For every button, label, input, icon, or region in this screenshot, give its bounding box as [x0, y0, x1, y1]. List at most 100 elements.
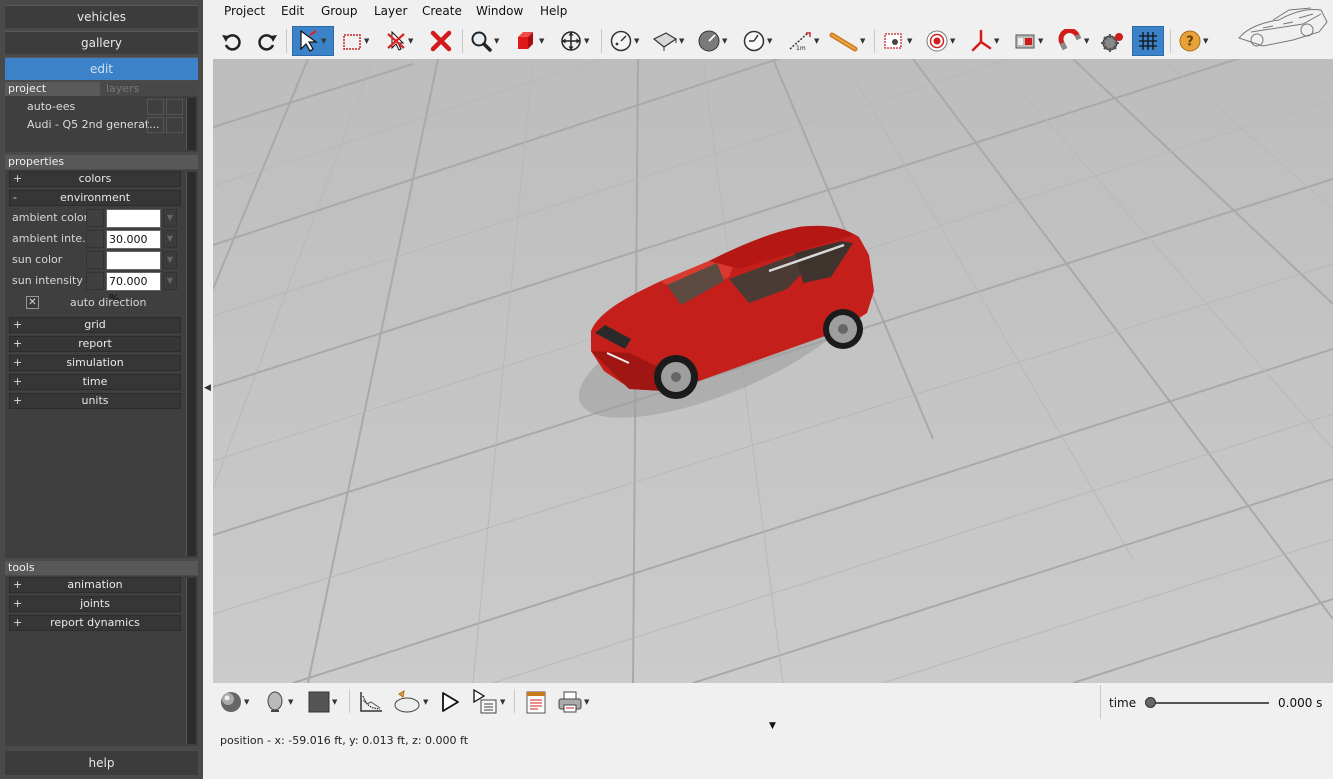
graph-button[interactable] [358, 687, 384, 717]
properties-scrollbar[interactable] [186, 172, 196, 556]
play-button[interactable] [438, 687, 462, 717]
chevron-down-icon: ▼ [860, 37, 866, 45]
bottom-bar: ▼ ▼ ▼ ▼ ▼ ▼ time 0.000 s ▼ position - x:… [213, 683, 1333, 779]
report-icon [526, 691, 546, 714]
group-label: grid [84, 318, 106, 331]
vehicles-button[interactable]: vehicles [5, 5, 198, 28]
zoom-button[interactable]: ▼ [469, 26, 499, 56]
color-fill-button[interactable]: ▼ [307, 687, 337, 717]
menu-group[interactable]: Group [321, 4, 358, 18]
sun-intensity-input[interactable]: 70.000 % [106, 272, 161, 305]
group-colors[interactable]: + colors [9, 171, 181, 187]
deselect-button[interactable]: ▼ [385, 26, 413, 56]
ambient-intensity-label: ambient inte... [12, 232, 93, 245]
snapshot-button[interactable]: ▼ [882, 26, 912, 56]
chevron-down-icon[interactable]: ▼ [163, 272, 177, 290]
edit-button[interactable]: edit [5, 57, 198, 80]
color-picker-button[interactable] [86, 251, 104, 269]
color-swatch-icon [308, 691, 330, 713]
lock-cell[interactable] [166, 99, 183, 115]
settings-button[interactable] [1099, 26, 1127, 56]
menu-create[interactable]: Create [422, 4, 462, 18]
menu-help[interactable]: Help [540, 4, 567, 18]
expand-icon: + [13, 356, 23, 369]
magnet-button[interactable]: ▼ [1057, 26, 1089, 56]
surface-button[interactable]: ▼ [652, 26, 684, 56]
axis-button[interactable]: ▼ [969, 26, 999, 56]
measure-dial-button[interactable]: ▼ [697, 26, 727, 56]
target-button[interactable]: ▼ [925, 26, 955, 56]
vehicle-model[interactable] [569, 221, 889, 421]
tab-project[interactable]: project [5, 82, 100, 96]
material-button[interactable]: ▼ [219, 687, 249, 717]
main-toolbar: ▼ ▼ ▼ ▼ ▼ ▼ ▼ ▼ ▼ ▼ 1m ▼ ▼ ▼ ▼ ▼ ▼ ▼ ? ▼ [213, 24, 1333, 58]
print-button[interactable]: ▼ [557, 687, 589, 717]
time-slider-handle[interactable] [1145, 697, 1156, 708]
select-tool-button[interactable]: ▼ [292, 26, 334, 56]
help-button[interactable]: help [5, 751, 198, 775]
report-button[interactable] [524, 687, 548, 717]
chevron-down-icon: ▼ [722, 37, 728, 45]
tool-report-dynamics[interactable]: + report dynamics [9, 615, 181, 631]
ambient-color-swatch[interactable] [106, 209, 161, 228]
undo-button[interactable] [221, 26, 243, 56]
occupant-button[interactable]: ▼ [263, 687, 293, 717]
auto-direction-checkbox[interactable]: ✕ [26, 296, 39, 309]
expand-icon: + [13, 375, 23, 388]
tape-button[interactable]: ▼ [829, 26, 865, 56]
magnet-icon [1058, 29, 1082, 51]
ambient-intensity-input[interactable]: 30.000 % [106, 230, 161, 263]
group-environment[interactable]: - environment [9, 190, 181, 206]
color-picker-button[interactable] [86, 209, 104, 227]
play-options-button[interactable]: ▼ [471, 687, 505, 717]
help-tool-button[interactable]: ? ▼ [1178, 26, 1208, 56]
gallery-button[interactable]: gallery [5, 31, 198, 54]
chevron-down-icon[interactable]: ▼ [163, 230, 177, 248]
menu-project[interactable]: Project [224, 4, 265, 18]
group-simulation[interactable]: + simulation [9, 355, 181, 371]
toolbar-separator [462, 29, 463, 53]
group-report[interactable]: + report [9, 336, 181, 352]
project-scrollbar[interactable] [186, 98, 196, 150]
tools-scrollbar[interactable] [186, 578, 196, 744]
expand-status-icon[interactable]: ▼ [769, 721, 776, 731]
chevron-down-icon[interactable]: ▼ [163, 209, 177, 227]
delete-button[interactable] [429, 26, 453, 56]
lock-cell[interactable] [166, 117, 183, 133]
menu-layer[interactable]: Layer [374, 4, 407, 18]
camera-button[interactable]: ▼ [1013, 26, 1043, 56]
menu-edit[interactable]: Edit [281, 4, 304, 18]
chevron-down-icon[interactable]: ▼ [163, 251, 177, 269]
help-icon: ? [1179, 30, 1201, 52]
project-item-vehicle[interactable]: Audi - Q5 2nd generat... [7, 116, 185, 134]
solid-view-button[interactable]: ▼ [514, 26, 544, 56]
grid-toggle-button[interactable] [1132, 26, 1164, 56]
redo-button[interactable] [256, 26, 278, 56]
project-item-auto-ees[interactable]: auto-ees [7, 98, 185, 116]
3d-viewport[interactable] [213, 59, 1333, 683]
rotate-tool-button[interactable]: ▼ [609, 26, 639, 56]
tool-joints[interactable]: + joints [9, 596, 181, 612]
angle-dial-button[interactable]: ▼ [742, 26, 772, 56]
sun-color-swatch[interactable] [106, 251, 161, 270]
group-label: report [78, 337, 112, 350]
tools-header: tools [5, 561, 198, 575]
ruler-button[interactable]: 1m ▼ [787, 26, 819, 56]
time-slider-track[interactable] [1151, 702, 1269, 704]
visibility-cell[interactable] [147, 99, 164, 115]
selection-box-button[interactable]: ▼ [341, 26, 369, 56]
tool-animation[interactable]: + animation [9, 577, 181, 593]
spin-button[interactable] [86, 272, 104, 290]
move-button[interactable]: ▼ [559, 26, 589, 56]
group-time[interactable]: + time [9, 374, 181, 390]
tab-layers[interactable]: layers [103, 82, 198, 96]
path-button[interactable]: ▼ [392, 687, 428, 717]
target-icon [926, 30, 948, 52]
tape-icon [829, 32, 858, 52]
group-units[interactable]: + units [9, 393, 181, 409]
spin-button[interactable] [86, 230, 104, 248]
group-grid[interactable]: + grid [9, 317, 181, 333]
collapse-panel-icon[interactable]: ◀ [204, 383, 211, 395]
menu-window[interactable]: Window [476, 4, 523, 18]
visibility-cell[interactable] [147, 117, 164, 133]
